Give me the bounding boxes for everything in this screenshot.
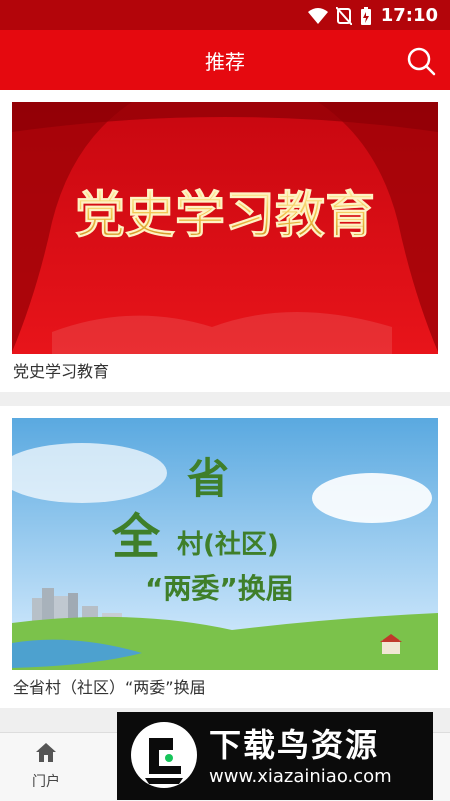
battery-charging-icon — [361, 7, 371, 25]
feed: 党史学习教育 党史学习教育 省 全 村(社区) “两委”换届 全省村（社区）“两… — [0, 90, 450, 732]
nav-label-portal: 门户 — [32, 774, 60, 790]
banner-line-election: “两委”换届 — [145, 572, 294, 605]
app-bar: 推荐 — [0, 30, 450, 90]
banner-image-village-election[interactable]: 省 全 村(社区) “两委”换届 — [12, 418, 438, 670]
wifi-icon — [308, 8, 328, 24]
feed-caption-2[interactable]: 全省村（社区）“两委”换届 — [13, 674, 206, 698]
status-bar: 17:10 — [0, 0, 450, 30]
page-title: 推荐 — [205, 50, 245, 74]
watermark-url: www.xiazainiao.com — [209, 766, 392, 787]
home-icon — [36, 743, 56, 762]
bird-logo-icon — [131, 722, 197, 788]
watermark: 下载鸟资源 www.xiazainiao.com — [117, 712, 433, 800]
no-sim-icon — [336, 7, 352, 25]
feed-caption-1[interactable]: 党史学习教育 — [13, 358, 109, 382]
banner-image-party-history[interactable]: 党史学习教育 — [12, 102, 438, 354]
feed-card-2[interactable]: 省 全 村(社区) “两委”换届 全省村（社区）“两委”换届 — [0, 406, 450, 708]
banner-text-party-history: 党史学习教育 — [75, 186, 375, 244]
status-icons — [308, 6, 372, 26]
banner-char-sheng: 省 — [187, 454, 229, 503]
status-time: 17:10 — [380, 5, 438, 26]
nav-item-portal[interactable]: 门户 — [24, 741, 68, 791]
banner-char-quan: 全 — [111, 509, 161, 565]
banner-line-village: 村(社区) — [177, 529, 279, 560]
feed-card-1[interactable]: 党史学习教育 党史学习教育 — [0, 90, 450, 392]
search-icon[interactable] — [406, 46, 436, 76]
watermark-title: 下载鸟资源 — [209, 726, 380, 764]
